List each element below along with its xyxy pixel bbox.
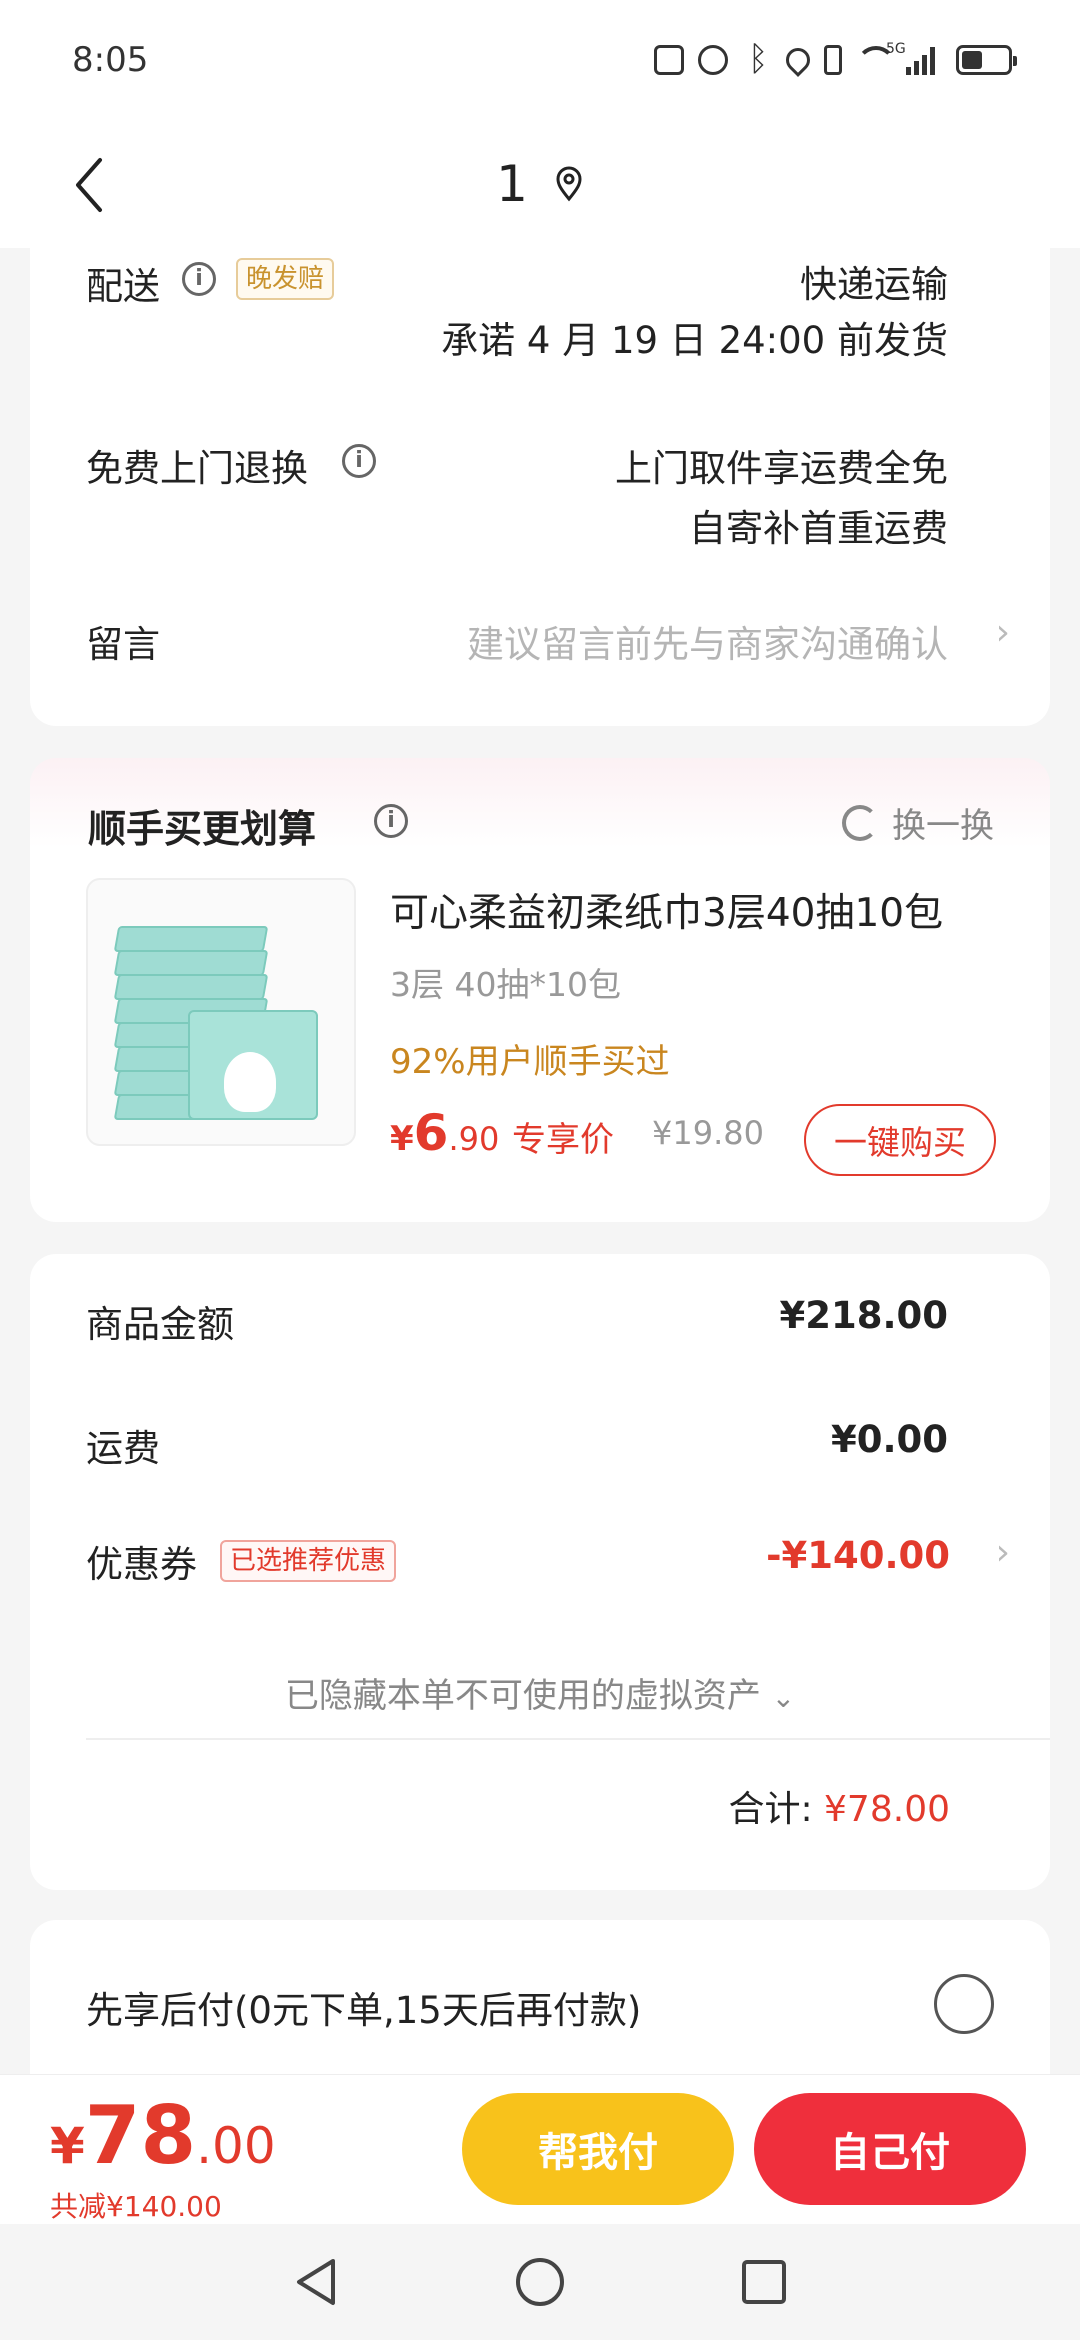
product-price: ¥ 6 .90 [390, 1104, 499, 1162]
one-click-buy-button[interactable]: 一键购买 [804, 1104, 996, 1176]
location-pin-icon[interactable] [554, 166, 584, 202]
message-chevron-icon: › [995, 612, 1010, 653]
product-popularity: 92%用户顺手买过 [390, 1042, 670, 1082]
back-arrow-icon [76, 158, 102, 212]
final-price-decimal: .00 [196, 2117, 276, 2175]
final-price-integer: 78 [84, 2089, 197, 2182]
bluetooth-icon [742, 39, 772, 79]
returns-line1: 上门取件享运费全免 [615, 447, 948, 490]
nfc-icon [654, 45, 684, 75]
shipping-label: 配送 [86, 265, 160, 308]
shipping-fee-value: ¥0.00 [830, 1418, 948, 1461]
coupon-value[interactable]: -¥140.00 [766, 1534, 950, 1577]
signal-icon: 5G [886, 41, 942, 75]
back-button[interactable] [58, 150, 118, 220]
hidden-assets-toggle[interactable]: 已隐藏本单不可使用的虚拟资产 ⌄ [30, 1668, 1050, 1717]
goods-amount-label: 商品金额 [86, 1303, 234, 1346]
battery-icon [956, 45, 1017, 75]
coupon-tag: 已选推荐优惠 [220, 1540, 397, 1582]
status-time: 8:05 [72, 40, 149, 80]
page-title: 1 [496, 155, 528, 213]
network-label: 5G [886, 41, 906, 57]
returns-info-icon[interactable]: i [342, 444, 376, 478]
pay-later-radio[interactable] [934, 1974, 994, 2034]
message-input[interactable]: 建议留言前先与商家沟通确认 [467, 614, 948, 668]
product-image[interactable] [86, 878, 356, 1146]
checkout-bar: ¥ 78 .00 共减¥140.00 帮我付 自己付 [0, 2074, 1080, 2224]
chevron-down-icon: ⌄ [771, 1681, 796, 1714]
returns-line2: 自寄补首重运费 [689, 507, 948, 550]
location-icon [781, 43, 815, 77]
goods-amount-value: ¥218.00 [779, 1294, 948, 1337]
final-price-currency: ¥ [50, 2117, 85, 2175]
total-saved: 共减¥140.00 [50, 2190, 222, 2223]
status-icons: 5G [654, 39, 1017, 79]
vibrate-icon [824, 45, 842, 75]
nav-back-icon[interactable] [289, 2255, 343, 2309]
total-value: ¥78.00 [824, 1789, 950, 1830]
product-name[interactable]: 可心柔益初柔纸巾3层40抽10包 [390, 882, 943, 938]
shipping-fee-label: 运费 [86, 1427, 160, 1470]
pay-myself-button[interactable]: 自己付 [754, 2093, 1026, 2205]
header: 1 [0, 120, 1080, 248]
status-bar: 8:05 5G [0, 0, 1080, 120]
message-label: 留言 [86, 623, 160, 666]
addon-card: 顺手买更划算 i 换一换 可心柔益初柔纸巾3层40抽10包 3层 40抽*10包… [30, 758, 1050, 1222]
refresh-icon [842, 804, 878, 841]
swap-button[interactable]: 换一换 [842, 798, 994, 847]
final-price: ¥ 78 .00 [50, 2089, 276, 2182]
pay-later-label: 先享后付(0元下单,15天后再付款) [86, 1989, 642, 2032]
shipping-method: 快递运输 [800, 263, 948, 306]
addon-info-icon[interactable]: i [374, 804, 408, 838]
nav-recents-icon[interactable] [737, 2255, 791, 2309]
order-info-card: 配送 i 晚发赔 快递运输 承诺 4 月 19 日 24:00 前发货 免费上门… [30, 248, 1050, 726]
hidden-assets-label: 已隐藏本单不可使用的虚拟资产 [284, 1676, 761, 1716]
price-summary-card: 商品金额 ¥218.00 运费 ¥0.00 优惠券 已选推荐优惠 -¥140.0… [30, 1254, 1050, 1890]
coupon-label: 优惠券 [86, 1543, 197, 1586]
price-currency: ¥ [390, 1119, 414, 1159]
order-total: 合计: ¥78.00 [728, 1780, 950, 1832]
original-price: ¥19.80 [652, 1114, 764, 1152]
price-decimal: .90 [448, 1120, 500, 1158]
summary-divider [86, 1738, 1050, 1740]
exclusive-price-label: 专享价 [512, 1120, 614, 1160]
returns-label: 免费上门退换 [86, 447, 308, 490]
help-me-pay-button[interactable]: 帮我付 [462, 2093, 734, 2205]
product-spec: 3层 40抽*10包 [390, 965, 621, 1004]
system-nav-bar [0, 2224, 1080, 2340]
total-label: 合计: [728, 1789, 813, 1830]
shipping-info-icon[interactable]: i [182, 262, 216, 296]
price-integer: 6 [413, 1104, 449, 1162]
addon-title: 顺手买更划算 [88, 807, 317, 851]
shipping-promise: 承诺 4 月 19 日 24:00 前发货 [441, 319, 948, 362]
coupon-chevron-icon[interactable]: › [996, 1532, 1010, 1573]
swap-label: 换一换 [892, 806, 994, 846]
nav-home-icon[interactable] [513, 2255, 567, 2309]
late-compensation-tag: 晚发赔 [236, 258, 335, 300]
alarm-icon [698, 45, 728, 75]
